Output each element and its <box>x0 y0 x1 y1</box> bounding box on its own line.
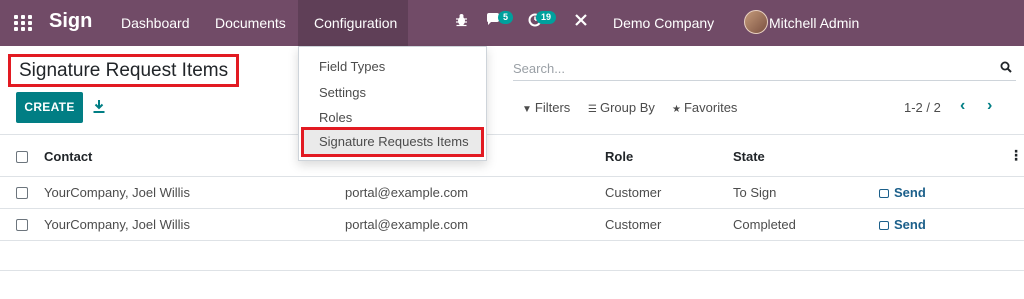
pager-value[interactable]: 1-2 / 2 <box>904 100 941 115</box>
apps-menu-icon[interactable] <box>14 15 32 31</box>
menu-item-roles[interactable]: Roles <box>319 110 352 125</box>
cell-role: Customer <box>605 217 662 232</box>
cell-contact: YourCompany, Joel Willis <box>44 185 190 200</box>
menu-item-field-types[interactable]: Field Types <box>319 59 385 74</box>
configuration-dropdown: Field Types Settings Roles Signature Req… <box>298 46 487 161</box>
table-header: Contact Role State ⋮ <box>0 134 1024 177</box>
activity-count-badge: 19 <box>536 11 557 24</box>
search-icon[interactable] <box>1000 61 1012 73</box>
search-input[interactable] <box>513 57 983 79</box>
menu-configuration[interactable]: Configuration <box>298 0 408 46</box>
column-header-contact[interactable]: Contact <box>44 149 92 164</box>
menu-item-settings[interactable]: Settings <box>319 85 366 100</box>
search-bar <box>513 57 1016 81</box>
company-switcher[interactable]: Demo Company <box>613 0 714 46</box>
group-by-button[interactable]: ☰ Group By <box>588 100 655 115</box>
table-row[interactable]: YourCompany, Joel Willis portal@example.… <box>0 209 1024 241</box>
send-button[interactable]: Send <box>879 217 926 232</box>
column-header-role[interactable]: Role <box>605 149 633 164</box>
cell-email: portal@example.com <box>345 185 469 200</box>
column-header-state[interactable]: State <box>733 149 765 164</box>
optional-columns-icon[interactable]: ⋮ <box>1009 147 1023 164</box>
cell-role: Customer <box>605 185 662 200</box>
favorites-button[interactable]: ★ Favorites <box>672 100 737 115</box>
menu-documents[interactable]: Documents <box>199 0 302 46</box>
send-label: Send <box>894 185 926 200</box>
cell-state: To Sign <box>733 185 777 200</box>
menu-dashboard[interactable]: Dashboard <box>105 0 206 46</box>
favorites-label: Favorites <box>683 100 738 115</box>
cell-state: Completed <box>733 217 796 232</box>
bug-icon[interactable] <box>455 13 468 31</box>
menu-item-signature-request-items[interactable]: Signature Requests Items <box>301 127 484 157</box>
download-icon[interactable] <box>93 100 105 113</box>
select-all-checkbox[interactable] <box>16 151 28 163</box>
user-avatar[interactable] <box>744 10 768 34</box>
group-by-label: Group By <box>599 100 655 115</box>
debug-tools-icon[interactable] <box>574 12 588 32</box>
row-checkbox[interactable] <box>16 187 28 199</box>
table-row[interactable]: YourCompany, Joel Willis portal@example.… <box>0 177 1024 209</box>
envelope-icon <box>879 221 889 230</box>
top-navbar: Sign Dashboard Documents Configuration 5… <box>0 0 1024 77</box>
chevron-left-icon[interactable]: ‹ <box>960 97 965 115</box>
filter-icon: ▼ <box>522 104 532 115</box>
group-by-icon: ☰ <box>588 104 597 115</box>
chat-count-badge: 5 <box>498 11 514 24</box>
cell-contact: YourCompany, Joel Willis <box>44 217 190 232</box>
send-label: Send <box>894 217 926 232</box>
filters-button[interactable]: ▼ Filters <box>522 100 570 115</box>
page-title: Signature Request Items <box>8 54 240 87</box>
row-checkbox[interactable] <box>16 219 28 231</box>
chevron-right-icon[interactable]: › <box>987 97 992 115</box>
app-brand[interactable]: Sign <box>49 10 92 33</box>
cell-email: portal@example.com <box>345 217 469 232</box>
filters-label: Filters <box>534 100 571 115</box>
envelope-icon <box>879 189 889 198</box>
send-button[interactable]: Send <box>879 185 926 200</box>
empty-row <box>0 241 1024 271</box>
create-button[interactable]: CREATE <box>16 92 83 123</box>
star-icon: ★ <box>672 104 681 115</box>
